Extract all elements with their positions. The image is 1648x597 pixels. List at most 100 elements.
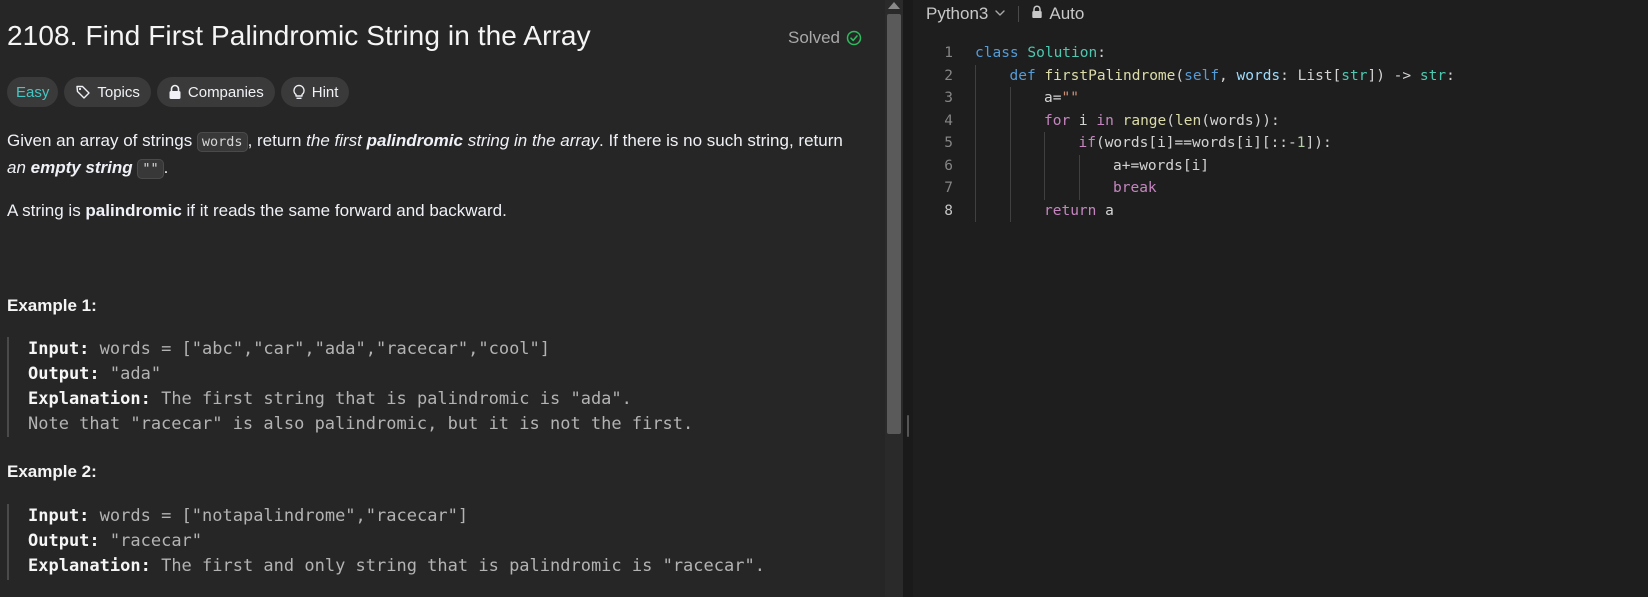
indent-guide xyxy=(1078,154,1080,177)
code-line[interactable]: 2 def firstPalindrome(self, words: List[s… xyxy=(913,64,1648,88)
tag-icon xyxy=(75,84,91,100)
code-token: Solution xyxy=(1027,45,1098,61)
difficulty-badge[interactable]: Easy xyxy=(7,77,59,107)
code-token: ( xyxy=(1175,67,1185,84)
line-number: 7 xyxy=(944,180,953,196)
toolbar-divider xyxy=(1018,5,1020,22)
check-circle-icon xyxy=(846,30,862,46)
code-line[interactable]: 4 for i in range(len(words)): xyxy=(913,109,1648,133)
indent-guide xyxy=(975,87,976,110)
code-token: def xyxy=(1009,67,1036,84)
code-text: def firstPalindrome(self, words: List[st… xyxy=(1010,65,1455,88)
indent-guide xyxy=(1009,154,1011,177)
code-text: if(words[i]==words[i][::-1]): xyxy=(1079,132,1332,155)
scroll-up-arrow-icon[interactable] xyxy=(888,2,900,9)
description-panel: 2108. Find First Palindromic String in t… xyxy=(0,0,885,597)
problem-title[interactable]: 2108. Find First Palindromic String in t… xyxy=(7,20,591,52)
companies-button[interactable]: Companies xyxy=(156,77,275,107)
code-token: range xyxy=(1122,112,1167,129)
code-token: , xyxy=(1219,67,1237,84)
problem-description: Given an array of strings words, return … xyxy=(7,131,843,179)
code-token: (words)): xyxy=(1201,112,1280,129)
inline-code-empty: "" xyxy=(137,159,164,179)
code-token: class xyxy=(975,45,1019,61)
companies-label: Companies xyxy=(187,83,264,101)
inline-code-words: words xyxy=(196,132,248,152)
language-selector[interactable]: Python3 xyxy=(926,4,1006,24)
code-editor-panel: Python3 Auto 1 class Solution: 2 def firstP… xyxy=(913,0,1648,597)
code-token: i xyxy=(1070,112,1097,129)
code-token: "" xyxy=(1061,90,1079,106)
line-number: 5 xyxy=(944,135,953,151)
example-1-block: Input: words = ["abc","car","ada","racec… xyxy=(7,337,867,437)
code-token: ]): xyxy=(1305,135,1332,151)
palindrome-definition: A string is palindromic if it reads the … xyxy=(7,201,507,220)
example-2-title: Example 2: xyxy=(7,462,97,481)
code-editor[interactable]: 1 class Solution: 2 def firstPalindrome(sel… xyxy=(913,42,1648,222)
code-token: ]) -> xyxy=(1367,67,1420,84)
code-token: : List[ xyxy=(1280,67,1342,84)
indent-guide xyxy=(975,177,976,200)
auto-label: Auto xyxy=(1049,3,1085,23)
code-token: for xyxy=(1044,112,1071,129)
indent-guide xyxy=(975,154,976,177)
code-token: ( xyxy=(1166,112,1175,129)
line-number: 3 xyxy=(944,90,953,106)
chevron-down-icon xyxy=(994,4,1006,24)
indent-guide xyxy=(1009,199,1011,222)
indent-guide xyxy=(1009,87,1011,110)
line-number: 8 xyxy=(944,202,953,219)
code-line[interactable]: 3 a="" xyxy=(913,87,1648,110)
line-number: 4 xyxy=(944,112,953,129)
code-token: : xyxy=(1097,45,1106,61)
resize-handle-icon[interactable] xyxy=(907,415,909,437)
code-token: str xyxy=(1419,67,1447,84)
line-number: 6 xyxy=(944,157,953,174)
code-line[interactable]: 1 class Solution: xyxy=(913,42,1648,65)
code-token: if xyxy=(1078,135,1096,151)
indent-guide xyxy=(975,109,976,132)
hint-button[interactable]: Hint xyxy=(280,77,350,107)
auto-mode[interactable]: Auto xyxy=(1031,4,1084,24)
code-line[interactable]: 6 a+=words[i] xyxy=(913,154,1648,178)
hint-label: Hint xyxy=(311,83,339,101)
language-label: Python3 xyxy=(926,3,989,23)
code-token: len xyxy=(1175,112,1202,129)
indent-guide xyxy=(975,132,976,155)
example-2-block: Input: words = ["notapalindrome","raceca… xyxy=(7,504,867,580)
code-token: words xyxy=(1236,67,1281,84)
line-number: 1 xyxy=(944,45,953,61)
solved-status: Solved xyxy=(788,28,862,48)
code-line[interactable]: 8 return a xyxy=(913,199,1648,223)
indent-guide xyxy=(1009,177,1011,200)
code-token: str xyxy=(1341,67,1368,84)
lock-icon xyxy=(168,84,182,100)
code-line[interactable]: 5 if(words[i]==words[i][::-1]): xyxy=(913,132,1648,155)
indent-guide xyxy=(1009,109,1011,132)
code-text: a+=words[i] xyxy=(1113,155,1209,178)
indent-guide xyxy=(1044,177,1045,200)
code-token: self xyxy=(1184,67,1220,84)
indent-guide xyxy=(975,199,976,222)
code-text: return a xyxy=(1044,200,1114,223)
description-scrollbar-thumb[interactable] xyxy=(887,14,901,434)
lock-icon xyxy=(1031,4,1043,24)
indent-guide xyxy=(1044,154,1045,177)
code-text: for i in range(len(words)): xyxy=(1044,110,1280,133)
topics-button[interactable]: Topics xyxy=(64,77,151,107)
indent-guide xyxy=(1078,177,1080,200)
panel-resize-divider[interactable] xyxy=(903,0,913,597)
code-text: a="" xyxy=(1044,87,1079,110)
code-token: firstPalindrome xyxy=(1044,67,1176,84)
code-token: 1 xyxy=(1296,135,1306,151)
indent-guide xyxy=(975,64,976,87)
code-token: : xyxy=(1446,67,1455,84)
solved-label: Solved xyxy=(788,28,840,47)
code-token: (words[i]==words[i][::- xyxy=(1095,135,1297,151)
editor-toolbar: Python3 Auto xyxy=(913,0,1648,27)
code-line[interactable]: 7 break xyxy=(913,177,1648,200)
lightbulb-icon xyxy=(292,84,306,100)
code-token: a+=words[i] xyxy=(1113,157,1210,174)
code-text: break xyxy=(1113,177,1157,200)
